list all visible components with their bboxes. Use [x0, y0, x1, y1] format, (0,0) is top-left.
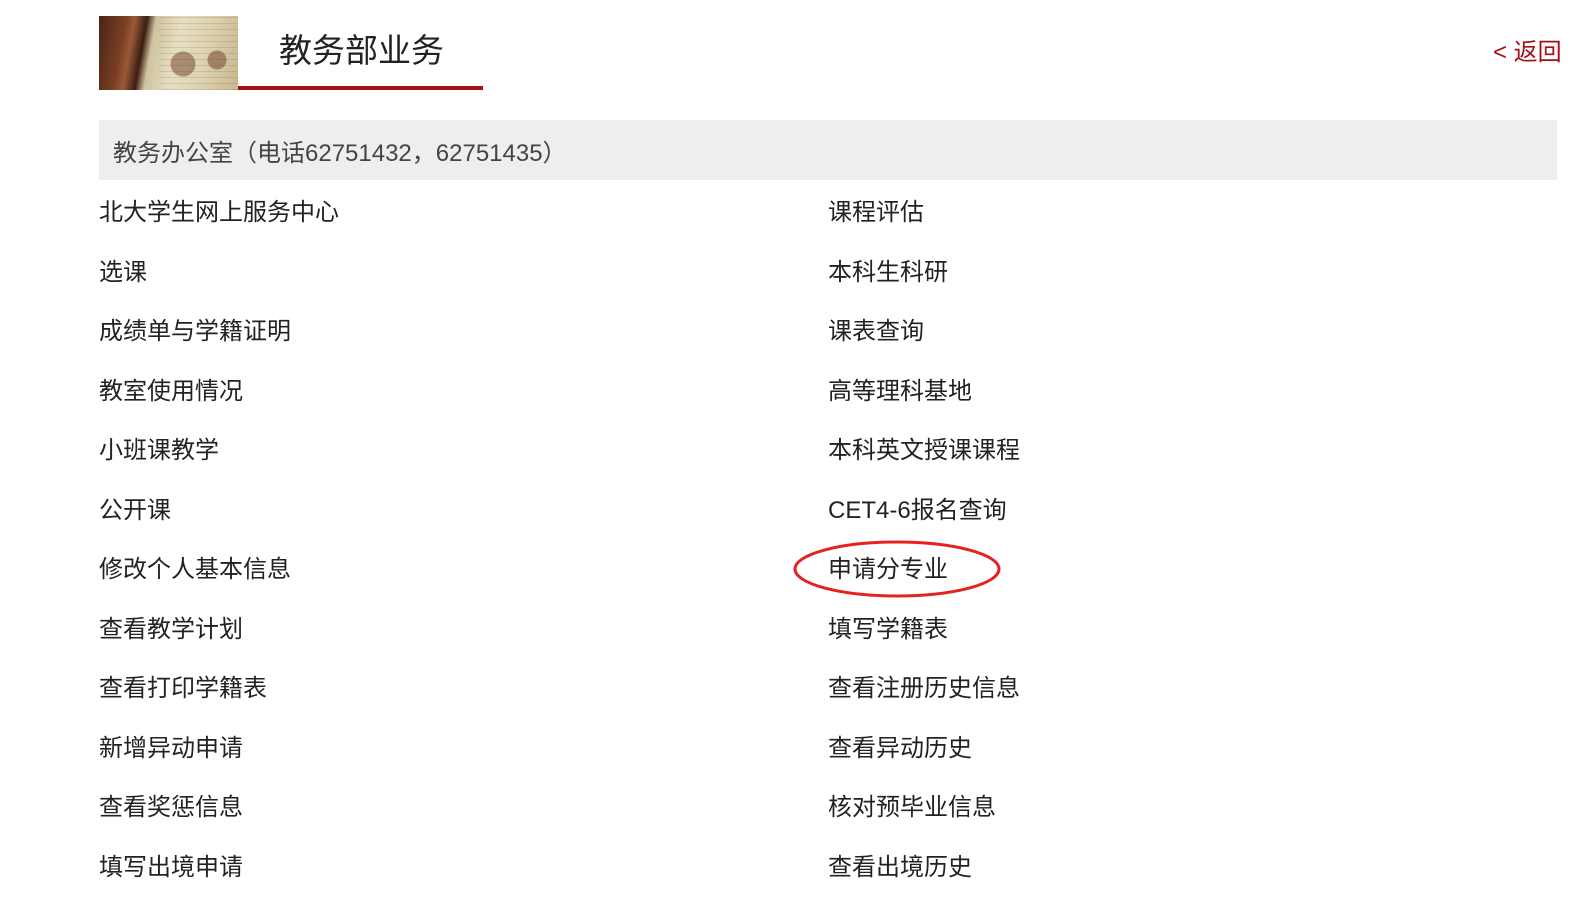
link-open-courses[interactable]: 公开课 — [99, 478, 828, 538]
link-transcript-certificate[interactable]: 成绩单与学籍证明 — [99, 299, 828, 359]
office-section-header: 教务办公室（电话62751432，62751435） — [99, 120, 1557, 180]
link-classroom-usage[interactable]: 教室使用情况 — [99, 359, 828, 419]
back-link[interactable]: < 返回 — [1493, 38, 1562, 68]
link-view-teaching-plan[interactable]: 查看教学计划 — [99, 597, 828, 657]
link-undergrad-research[interactable]: 本科生科研 — [828, 240, 1557, 300]
link-english-taught-courses[interactable]: 本科英文授课课程 — [828, 418, 1557, 478]
link-view-rewards-penalties[interactable]: 查看奖惩信息 — [99, 775, 828, 835]
link-timetable-query[interactable]: 课表查询 — [828, 299, 1557, 359]
page-title: 教务部业务 — [279, 32, 444, 69]
link-edit-personal-info[interactable]: 修改个人基本信息 — [99, 537, 828, 597]
link-small-class-teaching[interactable]: 小班课教学 — [99, 418, 828, 478]
link-registration-history[interactable]: 查看注册历史信息 — [828, 656, 1557, 716]
link-fill-travel-application[interactable]: 填写出境申请 — [99, 835, 828, 895]
office-label: 教务办公室（电话62751432，62751435） — [113, 139, 567, 167]
link-new-status-change[interactable]: 新增异动申请 — [99, 716, 828, 776]
link-course-evaluation[interactable]: 课程评估 — [828, 180, 1557, 240]
link-status-change-history[interactable]: 查看异动历史 — [828, 716, 1557, 776]
link-print-student-record[interactable]: 查看打印学籍表 — [99, 656, 828, 716]
service-links-grid: 北大学生网上服务中心 选课 成绩单与学籍证明 教室使用情况 小班课教学 公开课 … — [99, 180, 1557, 894]
link-apply-major[interactable]: 申请分专业 — [828, 537, 1557, 597]
link-cet-registration-query[interactable]: CET4-6报名查询 — [828, 478, 1557, 538]
title-underline-divider — [238, 86, 483, 90]
link-course-selection[interactable]: 选课 — [99, 240, 828, 300]
link-science-base[interactable]: 高等理科基地 — [828, 359, 1557, 419]
link-fill-student-record[interactable]: 填写学籍表 — [828, 597, 1557, 657]
link-verify-graduation-info[interactable]: 核对预毕业信息 — [828, 775, 1557, 835]
link-travel-history[interactable]: 查看出境历史 — [828, 835, 1557, 895]
header-thumbnail-image — [99, 16, 238, 90]
link-student-service-center[interactable]: 北大学生网上服务中心 — [99, 180, 828, 240]
